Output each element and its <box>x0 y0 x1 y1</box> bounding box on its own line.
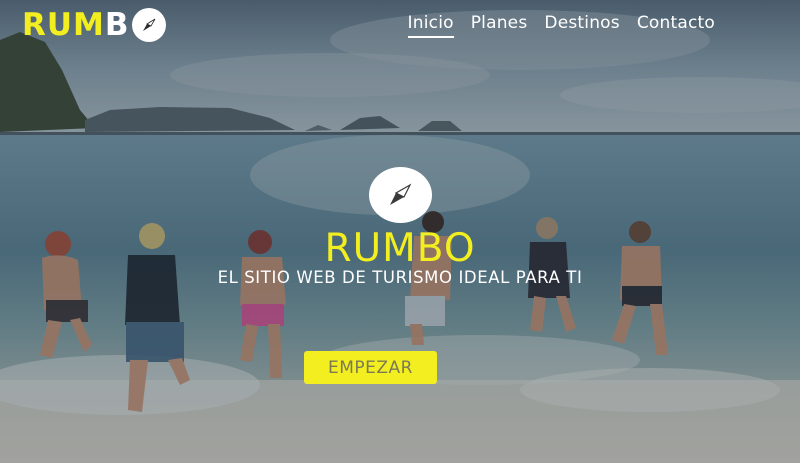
start-button[interactable]: EMPEZAR <box>304 351 437 384</box>
nav-item-planes[interactable]: Planes <box>471 13 528 38</box>
compass-icon <box>368 167 432 223</box>
hero-section: RUM B Inicio Planes Destinos Contacto RU… <box>0 0 800 463</box>
main-nav: Inicio Planes Destinos Contacto <box>407 13 715 38</box>
compass-icon <box>131 8 166 42</box>
logo-text-b: B <box>104 7 130 43</box>
nav-item-inicio[interactable]: Inicio <box>407 13 454 38</box>
logo-text-rum: RUM <box>22 7 105 43</box>
site-logo[interactable]: RUM B <box>22 6 166 44</box>
hero-subtitle: EL SITIO WEB DE TURISMO IDEAL PARA TI <box>217 268 583 287</box>
hero-title: RUMBO <box>324 226 476 271</box>
nav-item-destinos[interactable]: Destinos <box>544 13 619 38</box>
hero-content: RUMBO EL SITIO WEB DE TURISMO IDEAL PARA… <box>0 167 800 287</box>
nav-item-contacto[interactable]: Contacto <box>637 13 715 38</box>
